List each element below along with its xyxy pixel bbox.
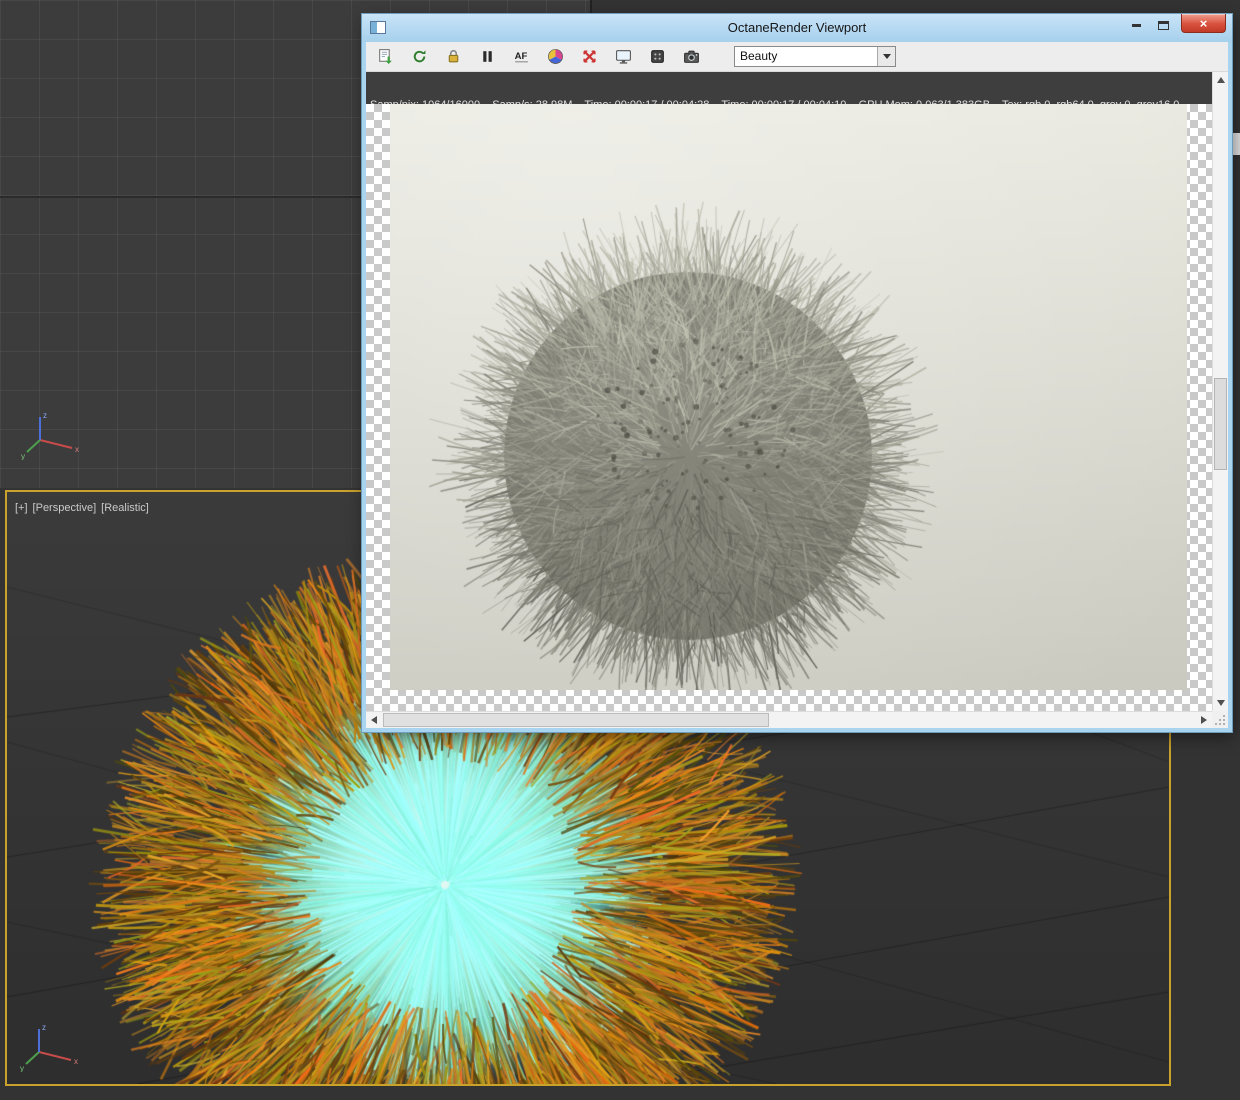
maximize-icon bbox=[1158, 21, 1169, 30]
render-pass-select[interactable]: Beauty bbox=[734, 46, 896, 67]
pause-icon bbox=[482, 51, 492, 62]
color-wheel-icon bbox=[547, 49, 563, 64]
x-axis-label: x bbox=[75, 445, 79, 454]
restart-render-button[interactable] bbox=[406, 44, 432, 70]
close-button[interactable]: × bbox=[1181, 14, 1226, 33]
window-content: AF Beauty bbox=[366, 42, 1228, 728]
x-axis-line bbox=[38, 1051, 72, 1061]
render-toolbar: AF Beauty bbox=[366, 42, 1228, 72]
settings-panel-icon bbox=[650, 50, 664, 63]
dropdown-arrow-icon bbox=[877, 47, 895, 66]
viewport-menu-general[interactable]: [+] bbox=[15, 502, 28, 514]
titlebar[interactable]: OctaneRender Viewport × bbox=[362, 14, 1232, 42]
minimize-button[interactable] bbox=[1123, 16, 1150, 35]
desktop-root: x y z [+] [Perspective] [Realistic] x y … bbox=[0, 0, 1240, 1100]
arrow-up-icon bbox=[1216, 77, 1225, 83]
render-pass-value: Beauty bbox=[740, 49, 778, 63]
y-axis-line bbox=[25, 1051, 40, 1065]
z-axis-label: z bbox=[42, 1023, 46, 1032]
axis-gizmo: x y z bbox=[20, 1023, 78, 1072]
render-statistics: Samp/pix: 1064/16000. Samp/s: 28.98M. Ti… bbox=[366, 72, 1212, 104]
rendered-image bbox=[390, 104, 1187, 690]
render-settings-button[interactable] bbox=[644, 44, 670, 70]
close-icon: × bbox=[1199, 15, 1208, 31]
white-balance-button[interactable] bbox=[542, 44, 568, 70]
monitor-icon bbox=[615, 50, 631, 64]
scroll-right-button[interactable] bbox=[1196, 712, 1212, 728]
x-axis-label: x bbox=[74, 1057, 78, 1066]
horizontal-scroll-thumb[interactable] bbox=[383, 713, 769, 727]
resize-grip[interactable] bbox=[1212, 711, 1228, 728]
arrow-right-icon bbox=[1201, 716, 1207, 724]
camera-icon bbox=[683, 50, 699, 63]
restart-render-icon bbox=[413, 50, 425, 63]
octane-window: OctaneRender Viewport × AF Beauty bbox=[362, 14, 1232, 732]
x-axis-line bbox=[39, 439, 73, 449]
autofocus-icon: AF bbox=[514, 51, 528, 63]
save-render-button[interactable] bbox=[372, 44, 398, 70]
minimize-icon bbox=[1132, 24, 1141, 27]
lock-resolution-button[interactable] bbox=[440, 44, 466, 70]
svg-text:AF: AF bbox=[514, 51, 527, 62]
camera-snapshot-button[interactable] bbox=[678, 44, 704, 70]
viewport-menu-pov[interactable]: [Perspective] bbox=[33, 502, 97, 514]
horizontal-scrollbar[interactable] bbox=[366, 711, 1212, 728]
y-axis-label: y bbox=[21, 452, 25, 460]
fit-to-screen-button[interactable] bbox=[610, 44, 636, 70]
background-panel-fragment bbox=[1232, 133, 1240, 155]
save-render-icon bbox=[378, 49, 392, 64]
viewport-menu-shading[interactable]: [Realistic] bbox=[101, 502, 149, 514]
lock-icon bbox=[448, 49, 458, 63]
vertical-scrollbar[interactable] bbox=[1212, 72, 1228, 711]
y-axis-label: y bbox=[20, 1064, 24, 1072]
crossed-arrows-icon bbox=[582, 50, 596, 63]
stop-render-button[interactable] bbox=[576, 44, 602, 70]
vertical-scroll-thumb[interactable] bbox=[1214, 378, 1227, 470]
scroll-up-button[interactable] bbox=[1213, 72, 1228, 88]
scroll-left-button[interactable] bbox=[366, 712, 382, 728]
autofocus-button[interactable]: AF bbox=[508, 44, 534, 70]
viewport-label: [+] [Perspective] [Realistic] bbox=[15, 502, 149, 514]
y-axis-line bbox=[26, 439, 41, 453]
arrow-left-icon bbox=[371, 716, 377, 724]
scroll-down-button[interactable] bbox=[1213, 695, 1228, 711]
arrow-down-icon bbox=[1216, 700, 1225, 706]
pause-render-button[interactable] bbox=[474, 44, 500, 70]
window-title: OctaneRender Viewport bbox=[727, 20, 867, 35]
window-controls: × bbox=[1123, 14, 1226, 35]
render-view[interactable] bbox=[366, 104, 1212, 711]
resize-grip-icon bbox=[1215, 715, 1225, 725]
maximize-button[interactable] bbox=[1150, 16, 1177, 35]
z-axis-label: z bbox=[43, 411, 47, 420]
axis-gizmo: x y z bbox=[21, 411, 79, 460]
